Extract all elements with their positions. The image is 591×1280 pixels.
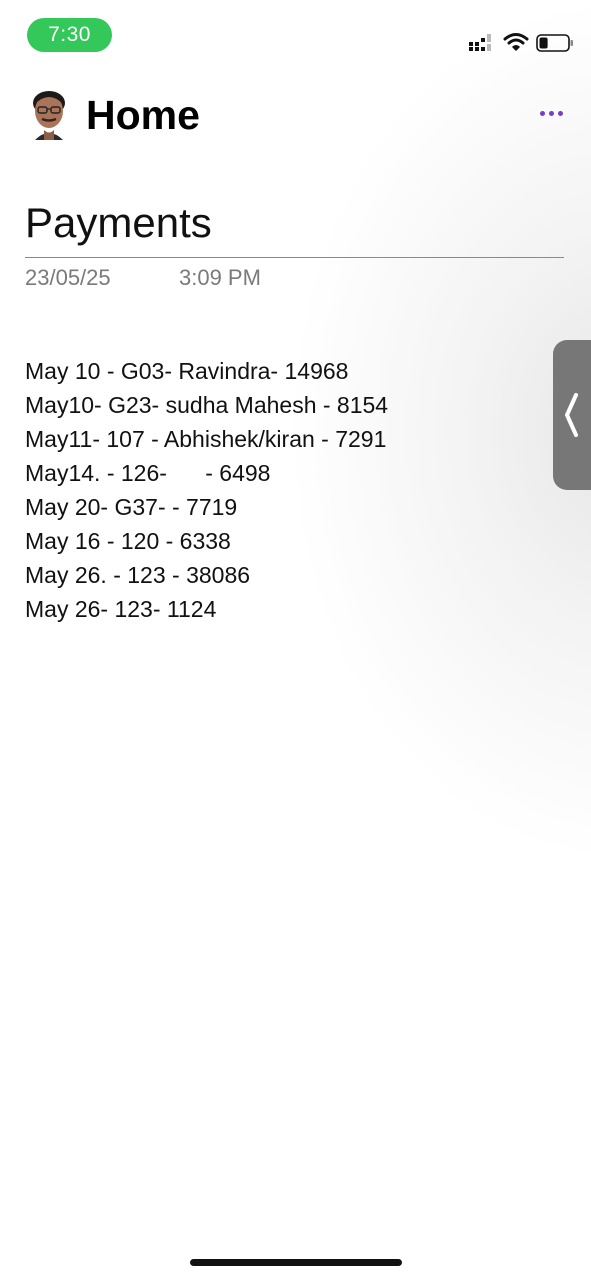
cellular-signal-icon [469,34,491,51]
status-time-pill: 7:30 [27,18,112,52]
battery-icon [536,34,573,52]
payment-entry[interactable]: May 10 - G03- Ravindra- 14968 [25,354,388,388]
more-horizontal-icon [539,110,545,116]
screen: 7:30 Home Payments 23/05/25 3:09 PM May … [0,0,591,1280]
side-panel-handle[interactable] [553,340,591,490]
payment-entry[interactable]: May 20- G37- - 7719 [25,490,388,524]
page-title: Home [86,92,200,138]
title-divider [25,257,564,258]
more-options-button[interactable] [533,100,569,126]
note-title[interactable]: Payments [25,196,212,250]
payment-entry[interactable]: May11- 107 - Abhishek/kiran - 7291 [25,422,388,456]
payments-list[interactable]: May 10 - G03- Ravindra- 14968 May10- G23… [25,354,388,626]
profile-avatar[interactable] [30,88,68,140]
payment-entry[interactable]: May 16 - 120 - 6338 [25,524,388,558]
payment-entry[interactable]: May 26- 123- 1124 [25,592,388,626]
home-indicator[interactable] [190,1259,402,1266]
payment-entry[interactable]: May14. - 126- - 6498 [25,456,388,490]
payment-entry[interactable]: May 26. - 123 - 38086 [25,558,388,592]
note-date: 23/05/25 [25,265,111,290]
wifi-icon [503,33,529,51]
note-time: 3:09 PM [179,265,261,290]
chevron-left-icon [565,393,578,437]
payment-entry[interactable]: May10- G23- sudha Mahesh - 8154 [25,388,388,422]
